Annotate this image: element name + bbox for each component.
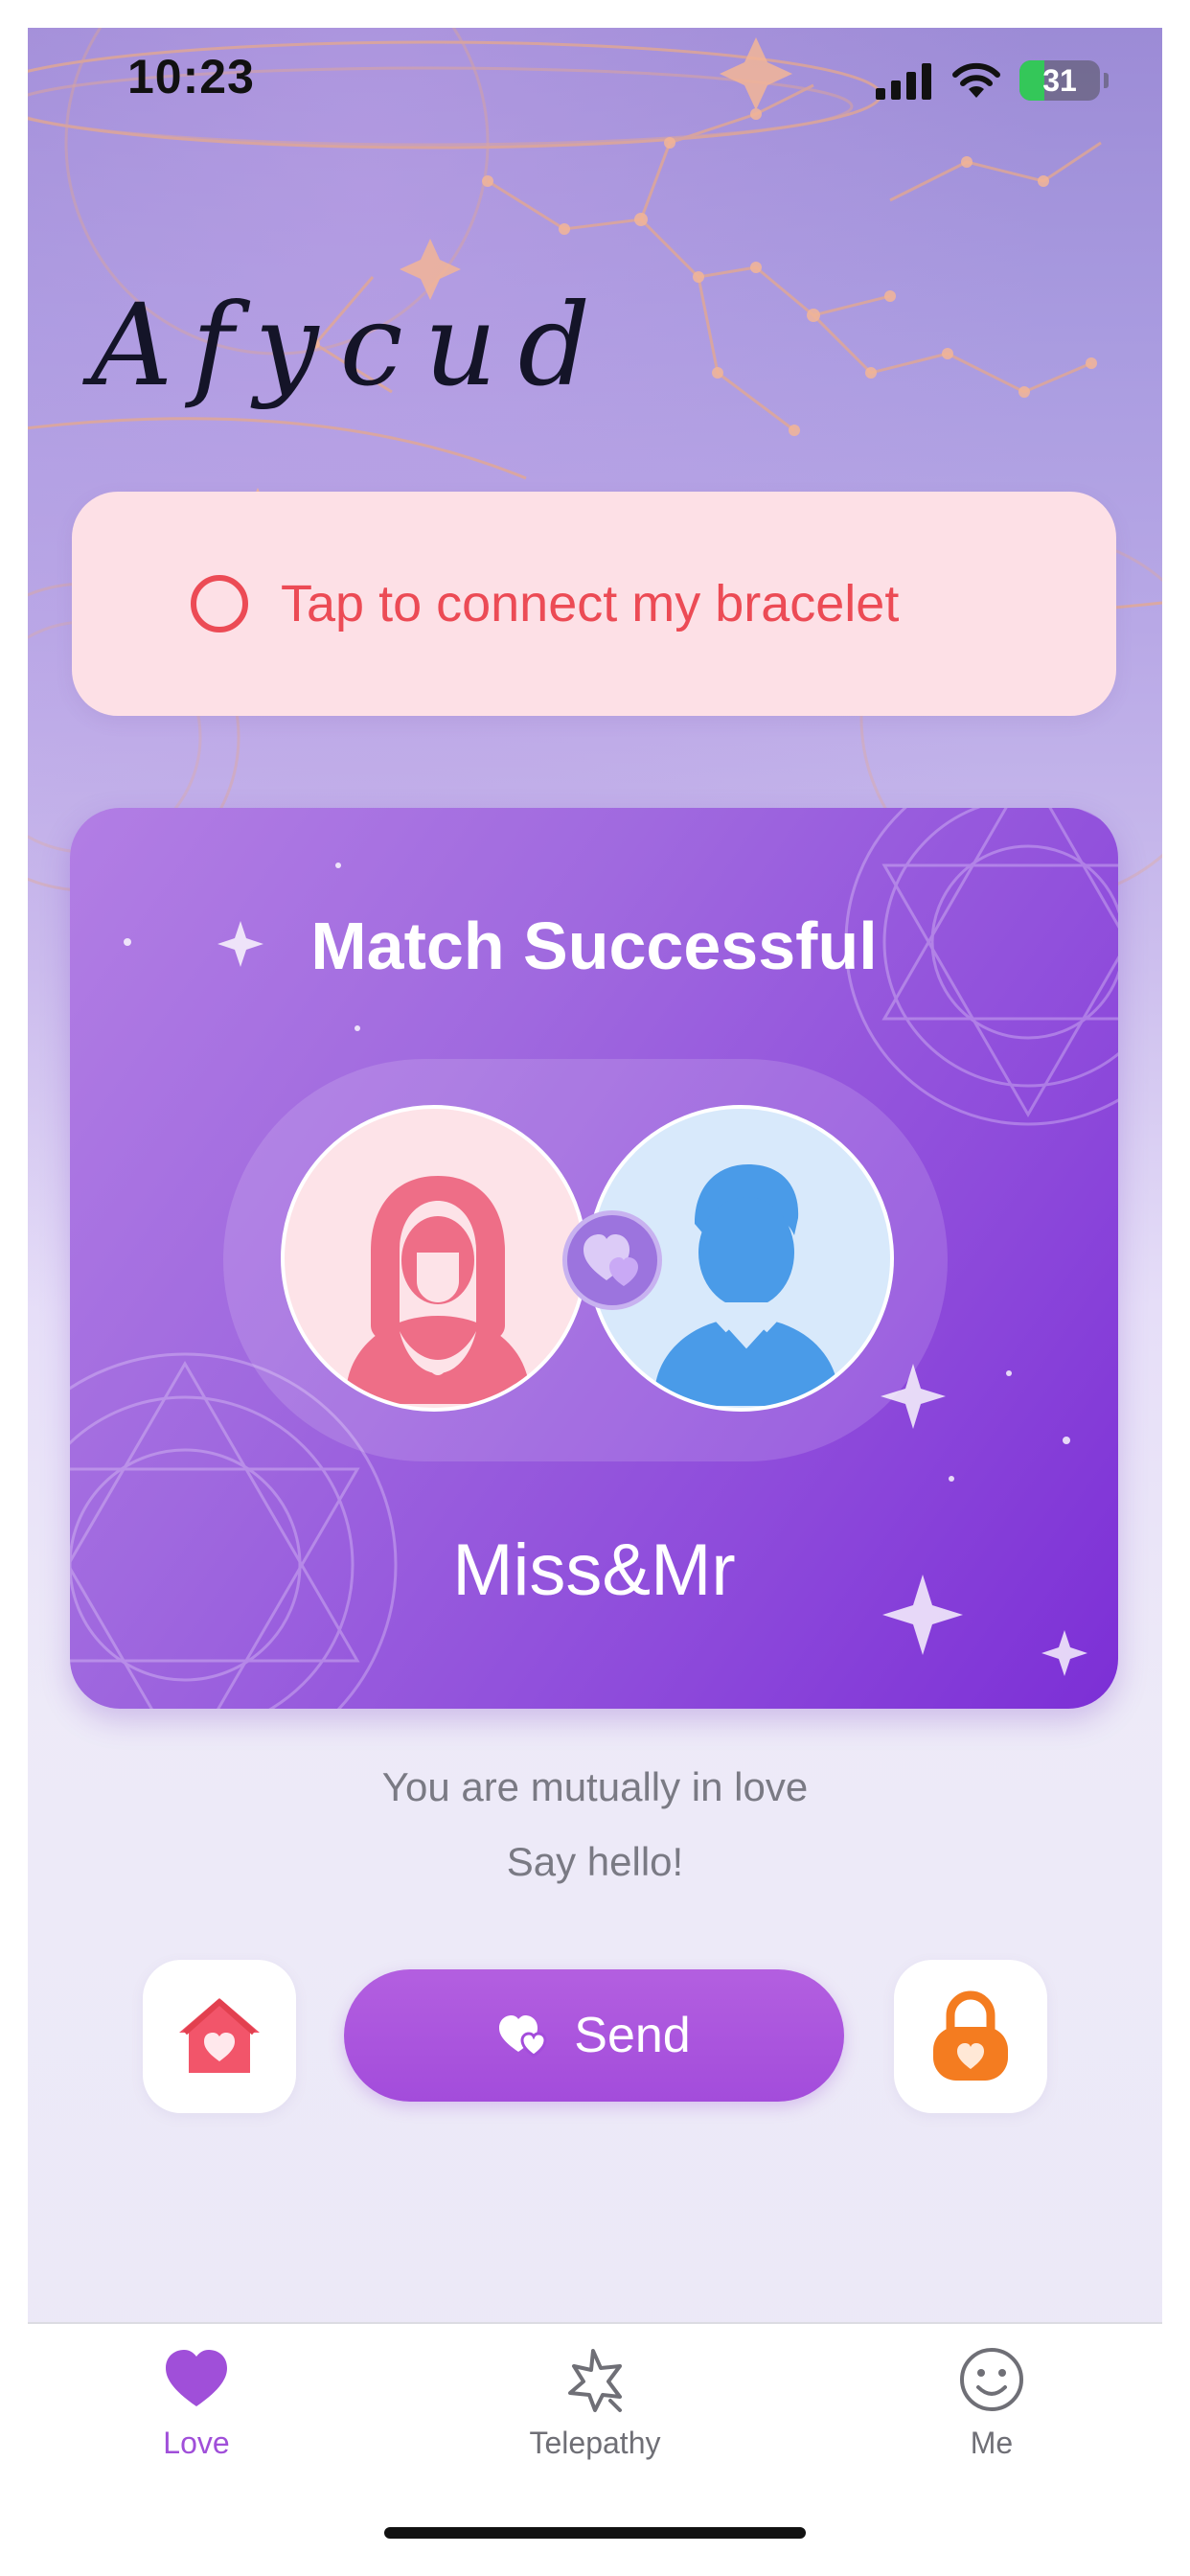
tab-love[interactable]: Love [81, 2345, 311, 2489]
star-icon [568, 2349, 622, 2412]
match-card: Match Successful Miss&Mr [70, 808, 1118, 1709]
ring-icon [191, 575, 248, 632]
tab-telepathy-label: Telepathy [529, 2426, 661, 2460]
battery-charging-icon: 31 [1019, 60, 1100, 101]
mutual-love-message: You are mutually in love [381, 1764, 809, 1809]
tab-me[interactable]: Me [877, 2345, 1107, 2489]
tab-love-label: Love [163, 2426, 230, 2460]
home-indicator [384, 2527, 806, 2539]
pair-name: Miss&Mr [452, 1530, 736, 1611]
status-time: 10:23 [127, 50, 255, 104]
female-avatar-icon[interactable] [281, 1105, 587, 1412]
brand-logo: Afycud [91, 279, 612, 411]
heart-icon [166, 2350, 227, 2406]
battery-level: 31 [1042, 63, 1077, 98]
match-title: Match Successful [310, 908, 878, 983]
signal-icon [876, 63, 931, 100]
say-hello-message: Say hello! [506, 1839, 684, 1884]
tab-telepathy[interactable]: Telepathy [480, 2345, 710, 2489]
app-screen: 10:23 31 Afycud Tap to connect my bracel… [28, 28, 1162, 2548]
tab-me-label: Me [970, 2426, 1014, 2460]
hearts-icon [562, 1210, 662, 1310]
home-heart-icon [179, 1998, 260, 2073]
status-bar: 10:23 31 [28, 28, 1162, 133]
send-button[interactable]: Send [344, 1969, 844, 2102]
lock-heart-icon [933, 1990, 1008, 2081]
connect-bracelet-label: Tap to connect my bracelet [281, 575, 900, 632]
lock-heart-button[interactable] [894, 1960, 1047, 2113]
battery-tip [1104, 73, 1109, 88]
home-heart-button[interactable] [143, 1960, 296, 2113]
hearts-send-icon [499, 2015, 547, 2058]
wifi-icon [952, 62, 1000, 98]
connect-bracelet-button[interactable]: Tap to connect my bracelet [72, 492, 1116, 716]
send-label: Send [574, 2008, 691, 2063]
smiley-icon [960, 2348, 1023, 2411]
tab-bar: Love Telepathy Me [28, 2322, 1162, 2548]
status-icons: 31 [876, 58, 1109, 103]
